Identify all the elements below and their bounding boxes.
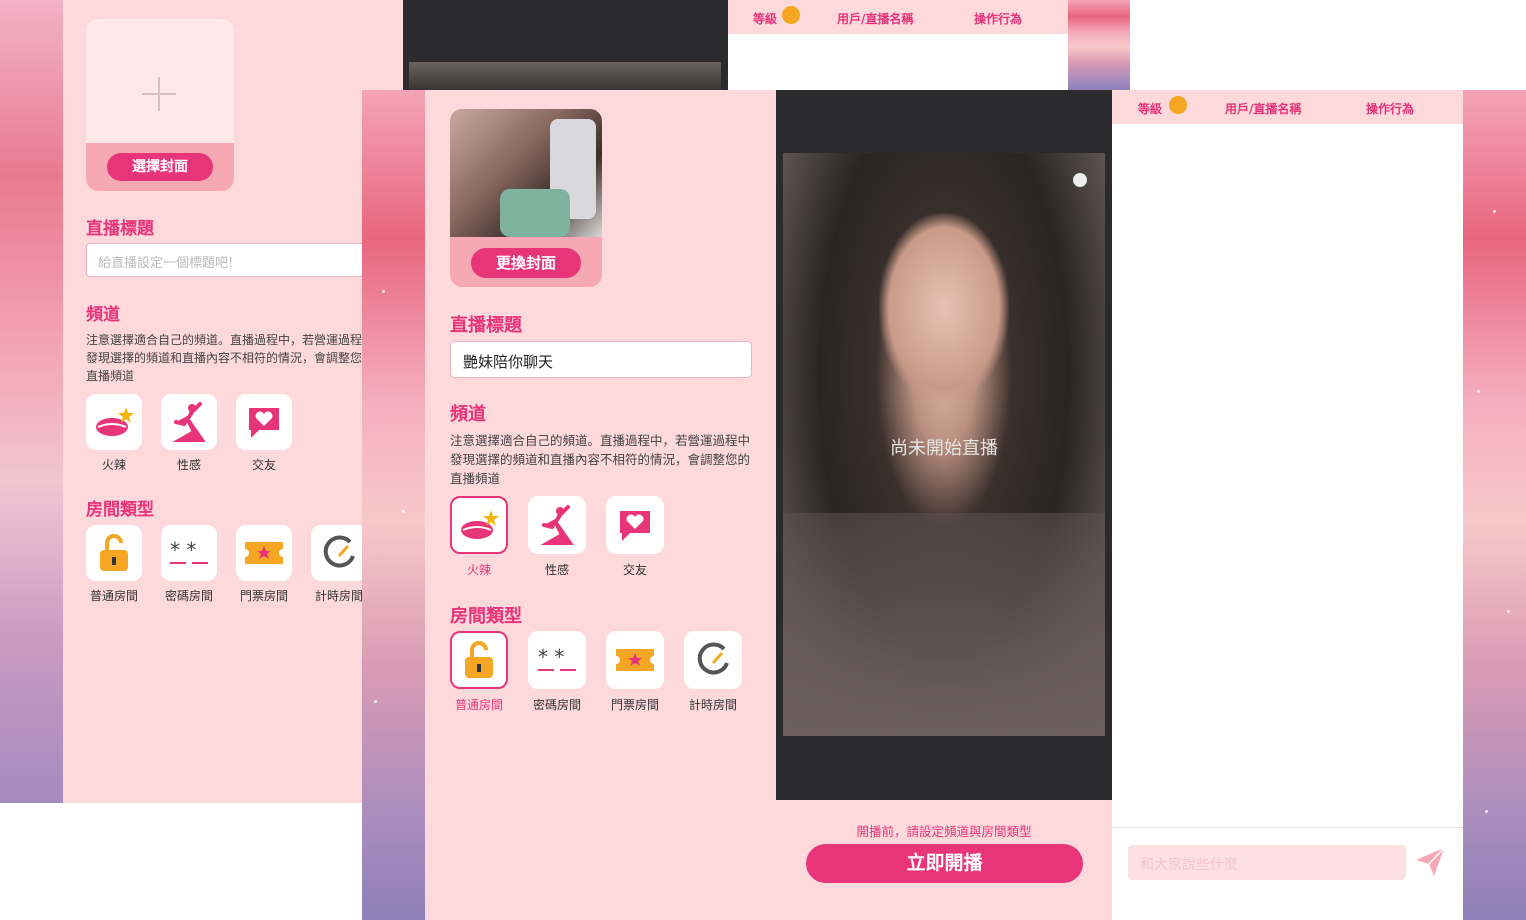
front-settings-panel: 更換封面 直播標題 艷妹陪你聊天 頻道 注意選擇適合自己的頻道。直播過程中，若營…	[425, 90, 776, 920]
password-icon[interactable]: * *	[161, 525, 217, 581]
back-channel-note: 注意選擇適合自己的頻道。直播過程中，若營運過程中發現選擇的頻道和直播內容不相符的…	[86, 333, 375, 383]
title-placeholder: 給直播設定一個標題吧!	[98, 256, 234, 271]
back-title-heading: 直播標題	[86, 219, 154, 239]
timer-icon[interactable]	[311, 525, 367, 581]
channel-label: 交友	[251, 458, 276, 472]
start-hint: 開播前，請設定頻道與房間類型	[856, 824, 1032, 839]
back-room-heading: 房間類型	[86, 500, 154, 520]
front-bg-right	[1463, 90, 1526, 920]
svg-text:* *: * *	[170, 541, 196, 562]
room-label: 普通房間	[89, 589, 138, 603]
front-preview-area: 尚未開始直播	[776, 90, 1112, 800]
plus-icon	[142, 77, 176, 111]
back-activity-panel: 等級 用戶/直播名稱 操作行為	[728, 0, 1068, 90]
heart-chat-icon[interactable]	[236, 394, 292, 450]
ticket-icon[interactable]	[236, 525, 292, 581]
room-label: 密碼房間	[164, 589, 213, 603]
preview-status: 尚未開始直播	[890, 438, 998, 459]
room-label: 計時房間	[688, 698, 737, 712]
ticket-icon[interactable]	[606, 631, 664, 689]
chat-divider	[1112, 827, 1463, 828]
heart-chat-icon[interactable]	[606, 496, 664, 554]
cover-photo	[450, 109, 602, 237]
title-value: 艷妹陪你聊天	[463, 353, 554, 371]
front-activity-panel: 等級 用戶/直播名稱 操作行為 和大家說些什麼	[1112, 90, 1463, 920]
medal-icon	[1169, 96, 1187, 114]
channel-label-selected: 火辣	[466, 563, 491, 577]
back-bg-right	[1068, 0, 1130, 90]
front-title-input[interactable]: 艷妹陪你聊天	[450, 341, 752, 378]
back-cover-box[interactable]: 選擇封面	[86, 19, 234, 191]
level-header: 等級	[753, 12, 778, 26]
change-cover-button[interactable]: 更換封面	[471, 248, 581, 278]
unlock-icon[interactable]	[450, 631, 508, 689]
back-settings-panel: 選擇封面 直播標題 給直播設定一個標題吧! 頻道 注意選擇適合自己的頻道。直播過…	[63, 0, 403, 803]
dancer-icon[interactable]	[161, 394, 217, 450]
password-icon[interactable]: * *	[528, 631, 586, 689]
back-channel-heading: 頻道	[86, 305, 120, 325]
dancer-icon[interactable]	[528, 496, 586, 554]
back-preview	[403, 0, 728, 90]
chat-placeholder: 和大家說些什麼	[1140, 857, 1238, 873]
front-channel-note: 注意選擇適合自己的頻道。直播過程中，若營運過程中發現選擇的頻道和直播內容不相符的…	[450, 433, 751, 486]
channel-label: 性感	[544, 563, 569, 577]
front-channel-heading: 頻道	[450, 404, 486, 425]
room-label: 門票房間	[239, 589, 288, 603]
action-header: 操作行為	[974, 12, 1023, 26]
unlock-icon[interactable]	[86, 525, 142, 581]
action-header: 操作行為	[1366, 102, 1415, 116]
room-label: 門票房間	[610, 698, 659, 712]
level-header: 等級	[1138, 102, 1163, 116]
front-room-heading: 房間類型	[450, 606, 522, 627]
timer-icon[interactable]	[684, 631, 742, 689]
user-header: 用戶/直播名稱	[837, 12, 914, 26]
front-cover-box[interactable]: 更換封面	[450, 109, 602, 287]
user-header: 用戶/直播名稱	[1225, 102, 1302, 116]
channel-label: 性感	[176, 458, 201, 472]
kiss-icon[interactable]	[86, 394, 142, 450]
room-label: 密碼房間	[532, 698, 581, 712]
start-live-button[interactable]: 立即開播	[806, 844, 1083, 883]
start-bar: 開播前，請設定頻道與房間類型 立即開播	[776, 800, 1112, 920]
channel-label: 火辣	[101, 458, 126, 472]
choose-cover-button[interactable]: 選擇封面	[107, 153, 213, 181]
room-label: 計時房間	[314, 589, 363, 603]
medal-icon	[782, 6, 800, 24]
channel-label: 交友	[622, 563, 647, 577]
room-label-selected: 普通房間	[454, 698, 503, 712]
back-bg-left	[0, 0, 63, 803]
svg-text:* *: * *	[538, 648, 564, 669]
back-title-input[interactable]: 給直播設定一個標題吧!	[86, 243, 388, 277]
chat-input[interactable]: 和大家說些什麼	[1128, 845, 1406, 880]
kiss-icon[interactable]	[450, 496, 508, 554]
front-title-heading: 直播標題	[450, 315, 522, 336]
front-bg-left	[362, 90, 425, 920]
send-icon[interactable]	[1414, 846, 1446, 878]
